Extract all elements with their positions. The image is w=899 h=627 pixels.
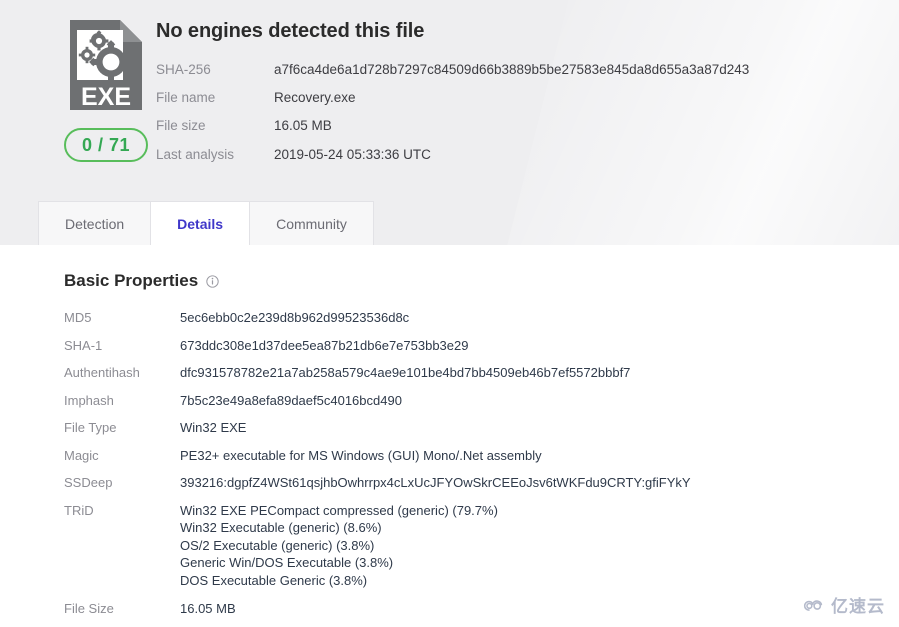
tab-community[interactable]: Community [250,201,374,245]
prop-value-ssdeep: 393216:dgpfZ4WSt61qsjhbOwhrrpx4cLxUcJFYO… [180,475,691,491]
report-headline: No engines detected this file [156,20,425,42]
meta-value-filesize: 16.05 MB [274,118,332,134]
trid-entry: Win32 EXE PECompact compressed (generic)… [180,502,498,518]
prop-key-sha1: SHA-1 [64,337,103,353]
meta-key: File name [156,90,216,106]
prop-key-file-type: File Type [64,420,117,436]
meta-value-sha256: a7f6ca4de6a1d728b7297c84509d66b3889b5be2… [274,62,750,77]
trid-entry: DOS Executable Generic (3.8%) [180,573,368,589]
table-row: File Type Win32 EXE [64,419,691,447]
trid-entry: OS/2 Executable (generic) (3.8%) [180,537,375,553]
table-row: File name Recovery.exe [156,90,749,118]
file-report-header: EXE 0 / 71 No engines detected this file… [0,0,899,245]
trid-entry: Win32 Executable (generic) (8.6%) [180,520,382,536]
table-row: SSDeep 393216:dgpfZ4WSt61qsjhbOwhrrpx4cL… [64,474,691,502]
cloud-icon [803,599,823,611]
meta-value-filename: Recovery.exe [274,90,356,106]
meta-key: Last analysis [156,146,235,162]
prop-key-imphash: Imphash [64,392,114,408]
exe-file-icon: EXE [70,20,142,111]
prop-key-trid: TRiD [64,502,94,518]
prop-value-imphash: 7b5c23e49a8efa89daef5c4016bcd490 [180,392,402,408]
prop-key-authentihash: Authentihash [64,365,140,381]
report-tab-bar: Detection Details Community [38,201,374,245]
detection-score-badge: 0 / 71 [64,128,148,162]
page-title: Basic Properties [64,271,199,290]
file-meta-table: SHA-256 a7f6ca4de6a1d728b7297c84509d66b3… [156,62,749,175]
prop-key-ssdeep: SSDeep [64,475,113,491]
prop-key-md5: MD5 [64,310,92,325]
file-meta-column: No engines detected this file SHA-256 a7… [150,18,749,175]
prop-value-trid: Win32 EXE PECompact compressed (generic)… [180,502,691,600]
prop-value-authentihash: dfc931578782e21a7ab258a579c4ae9e101be4bd… [180,365,631,381]
table-row: Magic PE32+ executable for MS Windows (G… [64,447,691,475]
table-row: SHA-1 673ddc308e1d37dee5ea87b21db6e7e753… [64,337,691,365]
meta-key: SHA-256 [156,62,211,77]
basic-properties-heading-row: Basic Properties [64,271,899,291]
table-row: File size 16.05 MB [156,118,749,146]
trid-entry: Generic Win/DOS Executable (3.8%) [180,555,394,571]
table-row: Authentihash dfc931578782e21a7ab258a579c… [64,364,691,392]
tab-detection[interactable]: Detection [38,201,152,245]
meta-key: File size [156,118,206,134]
tab-details[interactable]: Details [151,201,251,245]
prop-key-magic: Magic [64,447,99,463]
table-row: MD5 5ec6ebb0c2e239d8b962d99523536d8c [64,309,691,337]
table-row: Imphash 7b5c23e49a8efa89daef5c4016bcd490 [64,392,691,420]
details-panel: Basic Properties MD5 5ec6ebb0c2e239d8b96… [0,245,899,627]
exe-icon-label: EXE [81,83,131,111]
table-row: File Size 16.05 MB [64,600,691,627]
prop-value-md5: 5ec6ebb0c2e239d8b962d99523536d8c [180,310,410,325]
table-row: SHA-256 a7f6ca4de6a1d728b7297c84509d66b3… [156,62,749,90]
table-row: Last analysis 2019-05-24 05:33:36 UTC [156,147,749,175]
prop-key-file-size: File Size [64,600,114,616]
prop-value-sha1: 673ddc308e1d37dee5ea87b21db6e7e753bb3e29 [180,337,469,353]
watermark: 亿速云 [802,592,885,617]
meta-value-last-analysis: 2019-05-24 05:33:36 UTC [274,146,431,162]
basic-properties-table: MD5 5ec6ebb0c2e239d8b962d99523536d8c SHA… [64,309,691,627]
prop-value-magic: PE32+ executable for MS Windows (GUI) Mo… [180,447,542,463]
info-icon[interactable] [206,274,219,288]
table-row: TRiD Win32 EXE PECompact compressed (gen… [64,502,691,600]
watermark-text: 亿速云 [831,597,885,617]
file-summary-column: EXE 0 / 71 [0,18,150,175]
prop-value-file-type: Win32 EXE [180,420,247,436]
prop-value-file-size: 16.05 MB [180,600,236,616]
